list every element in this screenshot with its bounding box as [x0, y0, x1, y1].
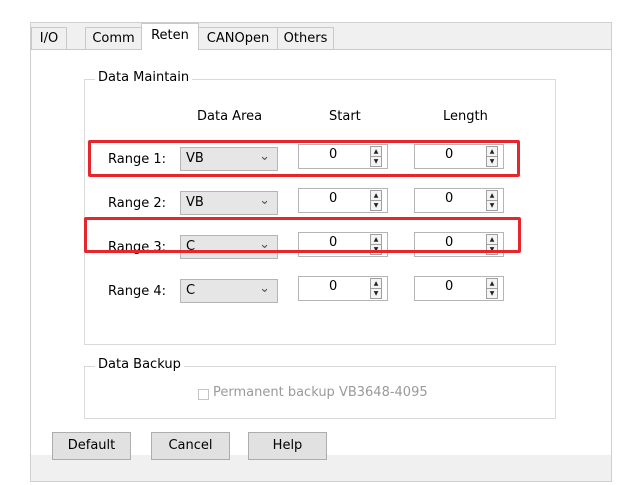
spin-up-icon[interactable]: ▲: [371, 279, 381, 289]
range-2-label: Range 2:: [108, 196, 166, 211]
help-button[interactable]: Help: [248, 432, 327, 460]
permanent-backup-checkbox[interactable]: [198, 389, 209, 400]
range-2-length-spinbox[interactable]: 0 ▲ ▼: [414, 188, 504, 213]
tab-strip: I/O Comm Reten CANOpen Others: [31, 23, 611, 50]
spin-buttons: ▲ ▼: [486, 278, 498, 299]
range-4-start-value: 0: [329, 279, 338, 294]
range-2-area-value: VB: [186, 195, 204, 210]
spin-buttons: ▲ ▼: [370, 278, 382, 299]
data-backup-title: Data Backup: [95, 357, 184, 372]
range-4-start-spinbox[interactable]: 0 ▲ ▼: [298, 276, 388, 301]
range-4-area-select[interactable]: C ⌄: [180, 279, 278, 303]
highlight-range-3: [84, 217, 521, 253]
header-data-area: Data Area: [197, 109, 263, 124]
range-2-length-value: 0: [445, 191, 454, 206]
header-length: Length: [443, 109, 488, 124]
range-4-length-value: 0: [445, 279, 454, 294]
spin-down-icon[interactable]: ▼: [487, 201, 497, 210]
reten-panel: Data Maintain Data Area Start Length Ran…: [31, 49, 611, 455]
spin-up-icon[interactable]: ▲: [487, 191, 497, 201]
tab-canopen[interactable]: CANOpen: [198, 27, 278, 49]
default-button[interactable]: Default: [52, 432, 131, 460]
spin-down-icon[interactable]: ▼: [371, 289, 381, 298]
spin-down-icon[interactable]: ▼: [371, 201, 381, 210]
data-maintain-group: Data Maintain Data Area Start Length Ran…: [84, 70, 556, 345]
plc-settings-dialog: I/O Comm Reten CANOpen Others Data Maint…: [30, 22, 612, 482]
tab-reten[interactable]: Reten: [141, 23, 199, 50]
range-4-label: Range 4:: [108, 284, 166, 299]
tab-io[interactable]: I/O: [31, 27, 67, 49]
spin-up-icon[interactable]: ▲: [371, 191, 381, 201]
data-backup-group: Data Backup Permanent backup VB3648-4095: [84, 357, 556, 419]
range-2-area-select[interactable]: VB ⌄: [180, 191, 278, 215]
range-4-area-value: C: [186, 283, 196, 298]
spin-up-icon[interactable]: ▲: [487, 279, 497, 289]
permanent-backup-label: Permanent backup VB3648-4095: [213, 385, 428, 400]
range-2-start-spinbox[interactable]: 0 ▲ ▼: [298, 188, 388, 213]
spin-buttons: ▲ ▼: [486, 190, 498, 211]
tab-comm[interactable]: Comm: [85, 27, 142, 49]
chevron-down-icon: ⌄: [259, 281, 270, 296]
spin-down-icon[interactable]: ▼: [487, 289, 497, 298]
range-2-start-value: 0: [329, 191, 338, 206]
range-4-length-spinbox[interactable]: 0 ▲ ▼: [414, 276, 504, 301]
data-maintain-title: Data Maintain: [95, 70, 193, 85]
header-start: Start: [329, 109, 361, 124]
cancel-button[interactable]: Cancel: [151, 432, 230, 460]
highlight-range-1: [88, 140, 520, 177]
tab-others[interactable]: Others: [277, 27, 334, 49]
spin-buttons: ▲ ▼: [370, 190, 382, 211]
chevron-down-icon: ⌄: [259, 193, 270, 208]
